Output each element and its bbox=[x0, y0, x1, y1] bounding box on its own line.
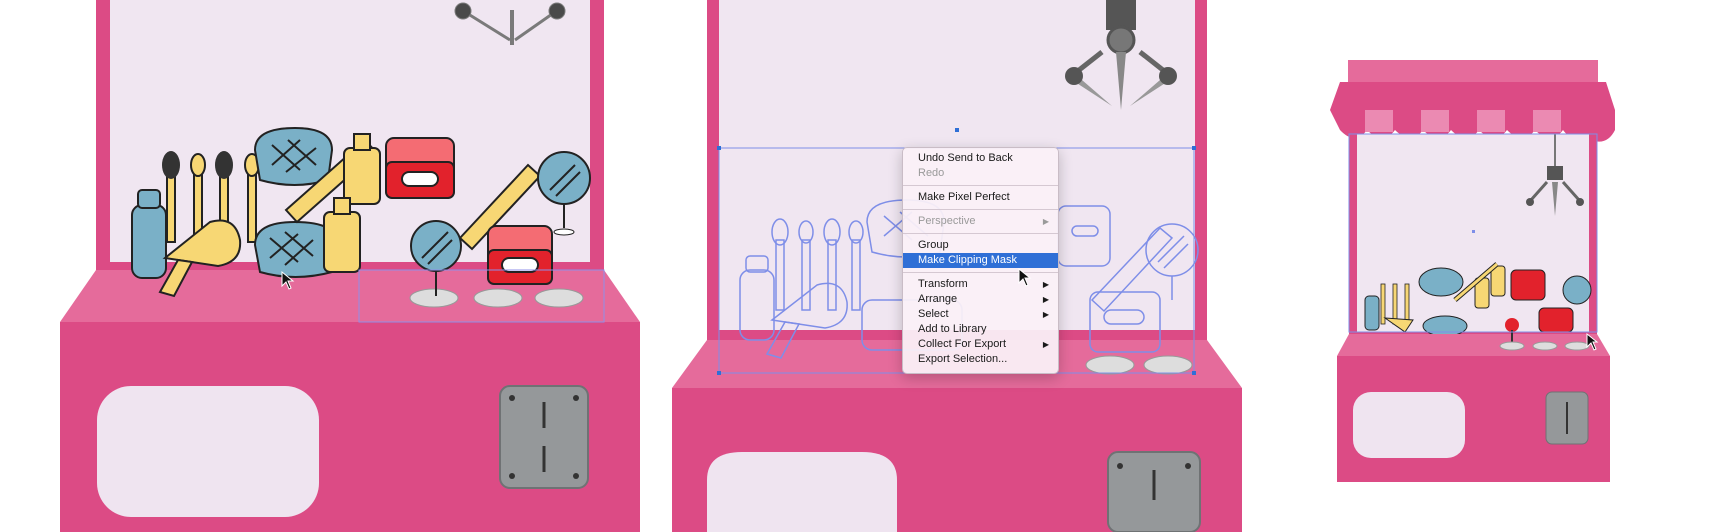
coin-slot-icon bbox=[1107, 451, 1201, 532]
prize-window bbox=[707, 452, 897, 532]
menu-item-make-clipping-mask[interactable]: Make Clipping Mask bbox=[903, 253, 1058, 268]
menu-separator bbox=[903, 209, 1058, 210]
menu-separator bbox=[903, 272, 1058, 273]
context-menu: Undo Send to Back Redo Make Pixel Perfec… bbox=[902, 147, 1059, 374]
menu-separator bbox=[903, 233, 1058, 234]
menu-item-collect-for-export[interactable]: Collect For Export ▶ bbox=[903, 337, 1058, 352]
mouse-pointer-icon bbox=[1018, 268, 1032, 287]
awning-top bbox=[1348, 60, 1598, 82]
submenu-arrow-icon: ▶ bbox=[1042, 280, 1049, 289]
coin-slot-icon bbox=[1545, 391, 1589, 445]
artboard-claw-machine-colored bbox=[60, 0, 640, 532]
submenu-arrow-icon: ▶ bbox=[1042, 295, 1049, 304]
coin-slot-icon bbox=[499, 385, 589, 489]
prize-window bbox=[1353, 392, 1465, 458]
menu-item-add-to-library[interactable]: Add to Library bbox=[903, 322, 1058, 337]
menu-item-transform[interactable]: Transform ▶ bbox=[903, 277, 1058, 292]
prize-window bbox=[97, 386, 319, 517]
lotion-bottle-icon bbox=[131, 189, 167, 279]
menu-item-perspective[interactable]: Perspective ▶ bbox=[903, 214, 1058, 229]
submenu-arrow-icon: ▶ bbox=[1042, 217, 1049, 226]
menu-item-group[interactable]: Group bbox=[903, 238, 1058, 253]
artboard-claw-machine-awning bbox=[1325, 0, 1625, 532]
menu-item-make-pixel-perfect[interactable]: Make Pixel Perfect bbox=[903, 190, 1058, 205]
menu-separator bbox=[903, 185, 1058, 186]
menu-item-select[interactable]: Select ▶ bbox=[903, 307, 1058, 322]
menu-item-redo[interactable]: Redo bbox=[903, 166, 1058, 181]
menu-item-arrange[interactable]: Arrange ▶ bbox=[903, 292, 1058, 307]
submenu-arrow-icon: ▶ bbox=[1042, 310, 1049, 319]
submenu-arrow-icon: ▶ bbox=[1042, 340, 1049, 349]
menu-item-export-selection[interactable]: Export Selection... bbox=[903, 352, 1058, 367]
menu-item-undo-send-to-back[interactable]: Undo Send to Back bbox=[903, 151, 1058, 166]
